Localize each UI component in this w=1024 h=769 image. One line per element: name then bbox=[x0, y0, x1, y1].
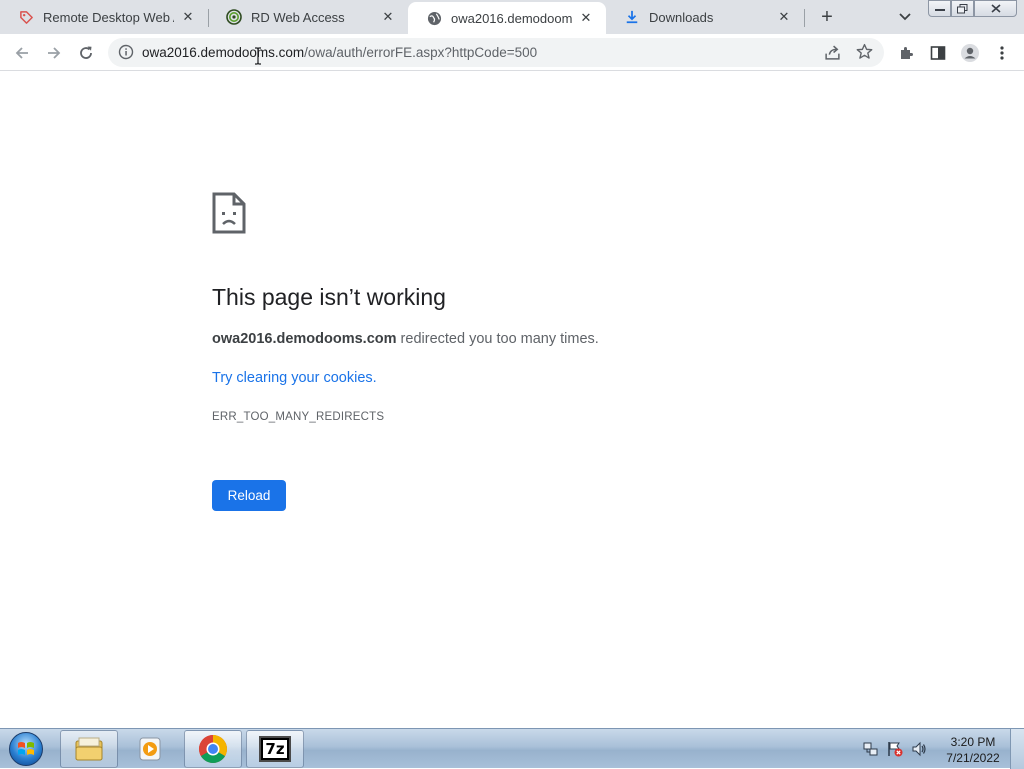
file-explorer-icon bbox=[75, 737, 103, 761]
tab-title: Downloads bbox=[649, 9, 714, 25]
action-center-flag-icon[interactable] bbox=[886, 740, 904, 758]
restore-button[interactable] bbox=[951, 0, 974, 17]
forward-arrow-icon bbox=[48, 47, 61, 59]
tab-title: Remote Desktop Web Ac bbox=[43, 9, 174, 25]
tab-title: owa2016.demodooms.co bbox=[451, 10, 572, 26]
puzzle-icon bbox=[901, 47, 913, 59]
bookmark-star-icon[interactable] bbox=[856, 43, 874, 61]
clear-cookies-link[interactable]: Try clearing your cookies. bbox=[212, 370, 377, 386]
tag-icon bbox=[18, 9, 34, 25]
system-clock[interactable]: 3:20 PM 7/21/2022 bbox=[940, 734, 1006, 766]
refresh-icon bbox=[80, 46, 92, 59]
sad-page-icon bbox=[212, 192, 246, 234]
globe-icon bbox=[426, 10, 442, 26]
error-description: owa2016.demodooms.com redirected you too… bbox=[212, 331, 599, 347]
profile-button[interactable] bbox=[956, 39, 984, 67]
share-icon[interactable] bbox=[824, 44, 842, 62]
error-title: This page isn’t working bbox=[212, 284, 446, 310]
tab-search-chevron-icon[interactable] bbox=[894, 6, 916, 28]
text-cursor-icon bbox=[254, 47, 262, 65]
url-host: owa2016.demodooms.com bbox=[142, 45, 305, 60]
taskbar-media-player[interactable] bbox=[122, 730, 180, 768]
close-window-button[interactable] bbox=[974, 0, 1017, 17]
error-code: ERR_TOO_MANY_REDIRECTS bbox=[212, 411, 385, 423]
more-vertical-icon bbox=[1000, 46, 1004, 60]
tab-remote-desktop-web-access[interactable]: Remote Desktop Web Ac ✕ bbox=[0, 0, 208, 34]
address-bar[interactable]: owa2016.demodooms.com/owa/auth/errorFE.a… bbox=[108, 38, 884, 67]
side-panel-icon bbox=[930, 46, 946, 60]
close-tab-icon[interactable]: ✕ bbox=[180, 9, 196, 25]
windows-logo-icon bbox=[9, 732, 43, 766]
url-path: /owa/auth/errorFE.aspx?httpCode=500 bbox=[304, 45, 538, 60]
windows-taskbar: 7z 3:20 PM 7/21/2022 bbox=[0, 728, 1024, 769]
minimize-button[interactable] bbox=[928, 0, 951, 17]
window-controls bbox=[928, 0, 1017, 17]
tab-title: RD Web Access bbox=[251, 9, 345, 25]
7zip-icon: 7z bbox=[259, 736, 291, 762]
side-panel-button[interactable] bbox=[924, 39, 952, 67]
target-icon bbox=[226, 9, 242, 25]
new-tab-button[interactable]: + bbox=[814, 5, 840, 29]
error-host: owa2016.demodooms.com bbox=[212, 331, 397, 347]
close-tab-icon[interactable]: ✕ bbox=[380, 9, 396, 25]
media-player-icon bbox=[139, 737, 161, 761]
tab-owa-active[interactable]: owa2016.demodooms.co ✕ bbox=[408, 2, 606, 34]
info-icon[interactable] bbox=[118, 44, 134, 60]
taskbar-file-explorer[interactable] bbox=[60, 730, 118, 768]
back-arrow-icon bbox=[15, 47, 28, 59]
chrome-icon bbox=[199, 735, 227, 763]
url-text[interactable]: owa2016.demodooms.com/owa/auth/errorFE.a… bbox=[142, 45, 537, 60]
reload-toolbar-button[interactable] bbox=[72, 39, 100, 67]
close-tab-icon[interactable]: ✕ bbox=[776, 9, 792, 25]
error-description-text: redirected you too many times. bbox=[396, 331, 599, 347]
extensions-button[interactable] bbox=[892, 39, 920, 67]
menu-button[interactable] bbox=[988, 39, 1016, 67]
clock-date: 7/21/2022 bbox=[946, 751, 1000, 765]
back-button[interactable] bbox=[8, 39, 36, 67]
network-icon[interactable] bbox=[862, 740, 880, 758]
volume-icon[interactable] bbox=[910, 740, 928, 758]
forward-button[interactable] bbox=[40, 39, 68, 67]
show-desktop-button[interactable] bbox=[1010, 729, 1024, 769]
browser-toolbar: owa2016.demodooms.com/owa/auth/errorFE.a… bbox=[0, 34, 1024, 71]
download-icon bbox=[624, 9, 640, 25]
tab-divider bbox=[804, 9, 805, 27]
tab-rd-web-access[interactable]: RD Web Access ✕ bbox=[208, 0, 408, 34]
start-button[interactable] bbox=[5, 729, 47, 769]
tab-strip: Remote Desktop Web Ac ✕ RD Web Access ✕ … bbox=[0, 0, 1024, 34]
tab-downloads[interactable]: Downloads ✕ bbox=[606, 0, 804, 34]
reload-button[interactable]: Reload bbox=[212, 480, 286, 511]
taskbar-chrome[interactable] bbox=[184, 730, 242, 768]
taskbar-7zip[interactable]: 7z bbox=[246, 730, 304, 768]
7zip-label: 7z bbox=[263, 740, 287, 758]
system-tray bbox=[862, 729, 934, 769]
clock-time: 3:20 PM bbox=[950, 735, 996, 749]
profile-avatar-icon bbox=[961, 44, 979, 62]
close-tab-icon[interactable]: ✕ bbox=[578, 10, 594, 26]
error-page: This page isn’t working owa2016.demodoom… bbox=[0, 71, 1024, 728]
